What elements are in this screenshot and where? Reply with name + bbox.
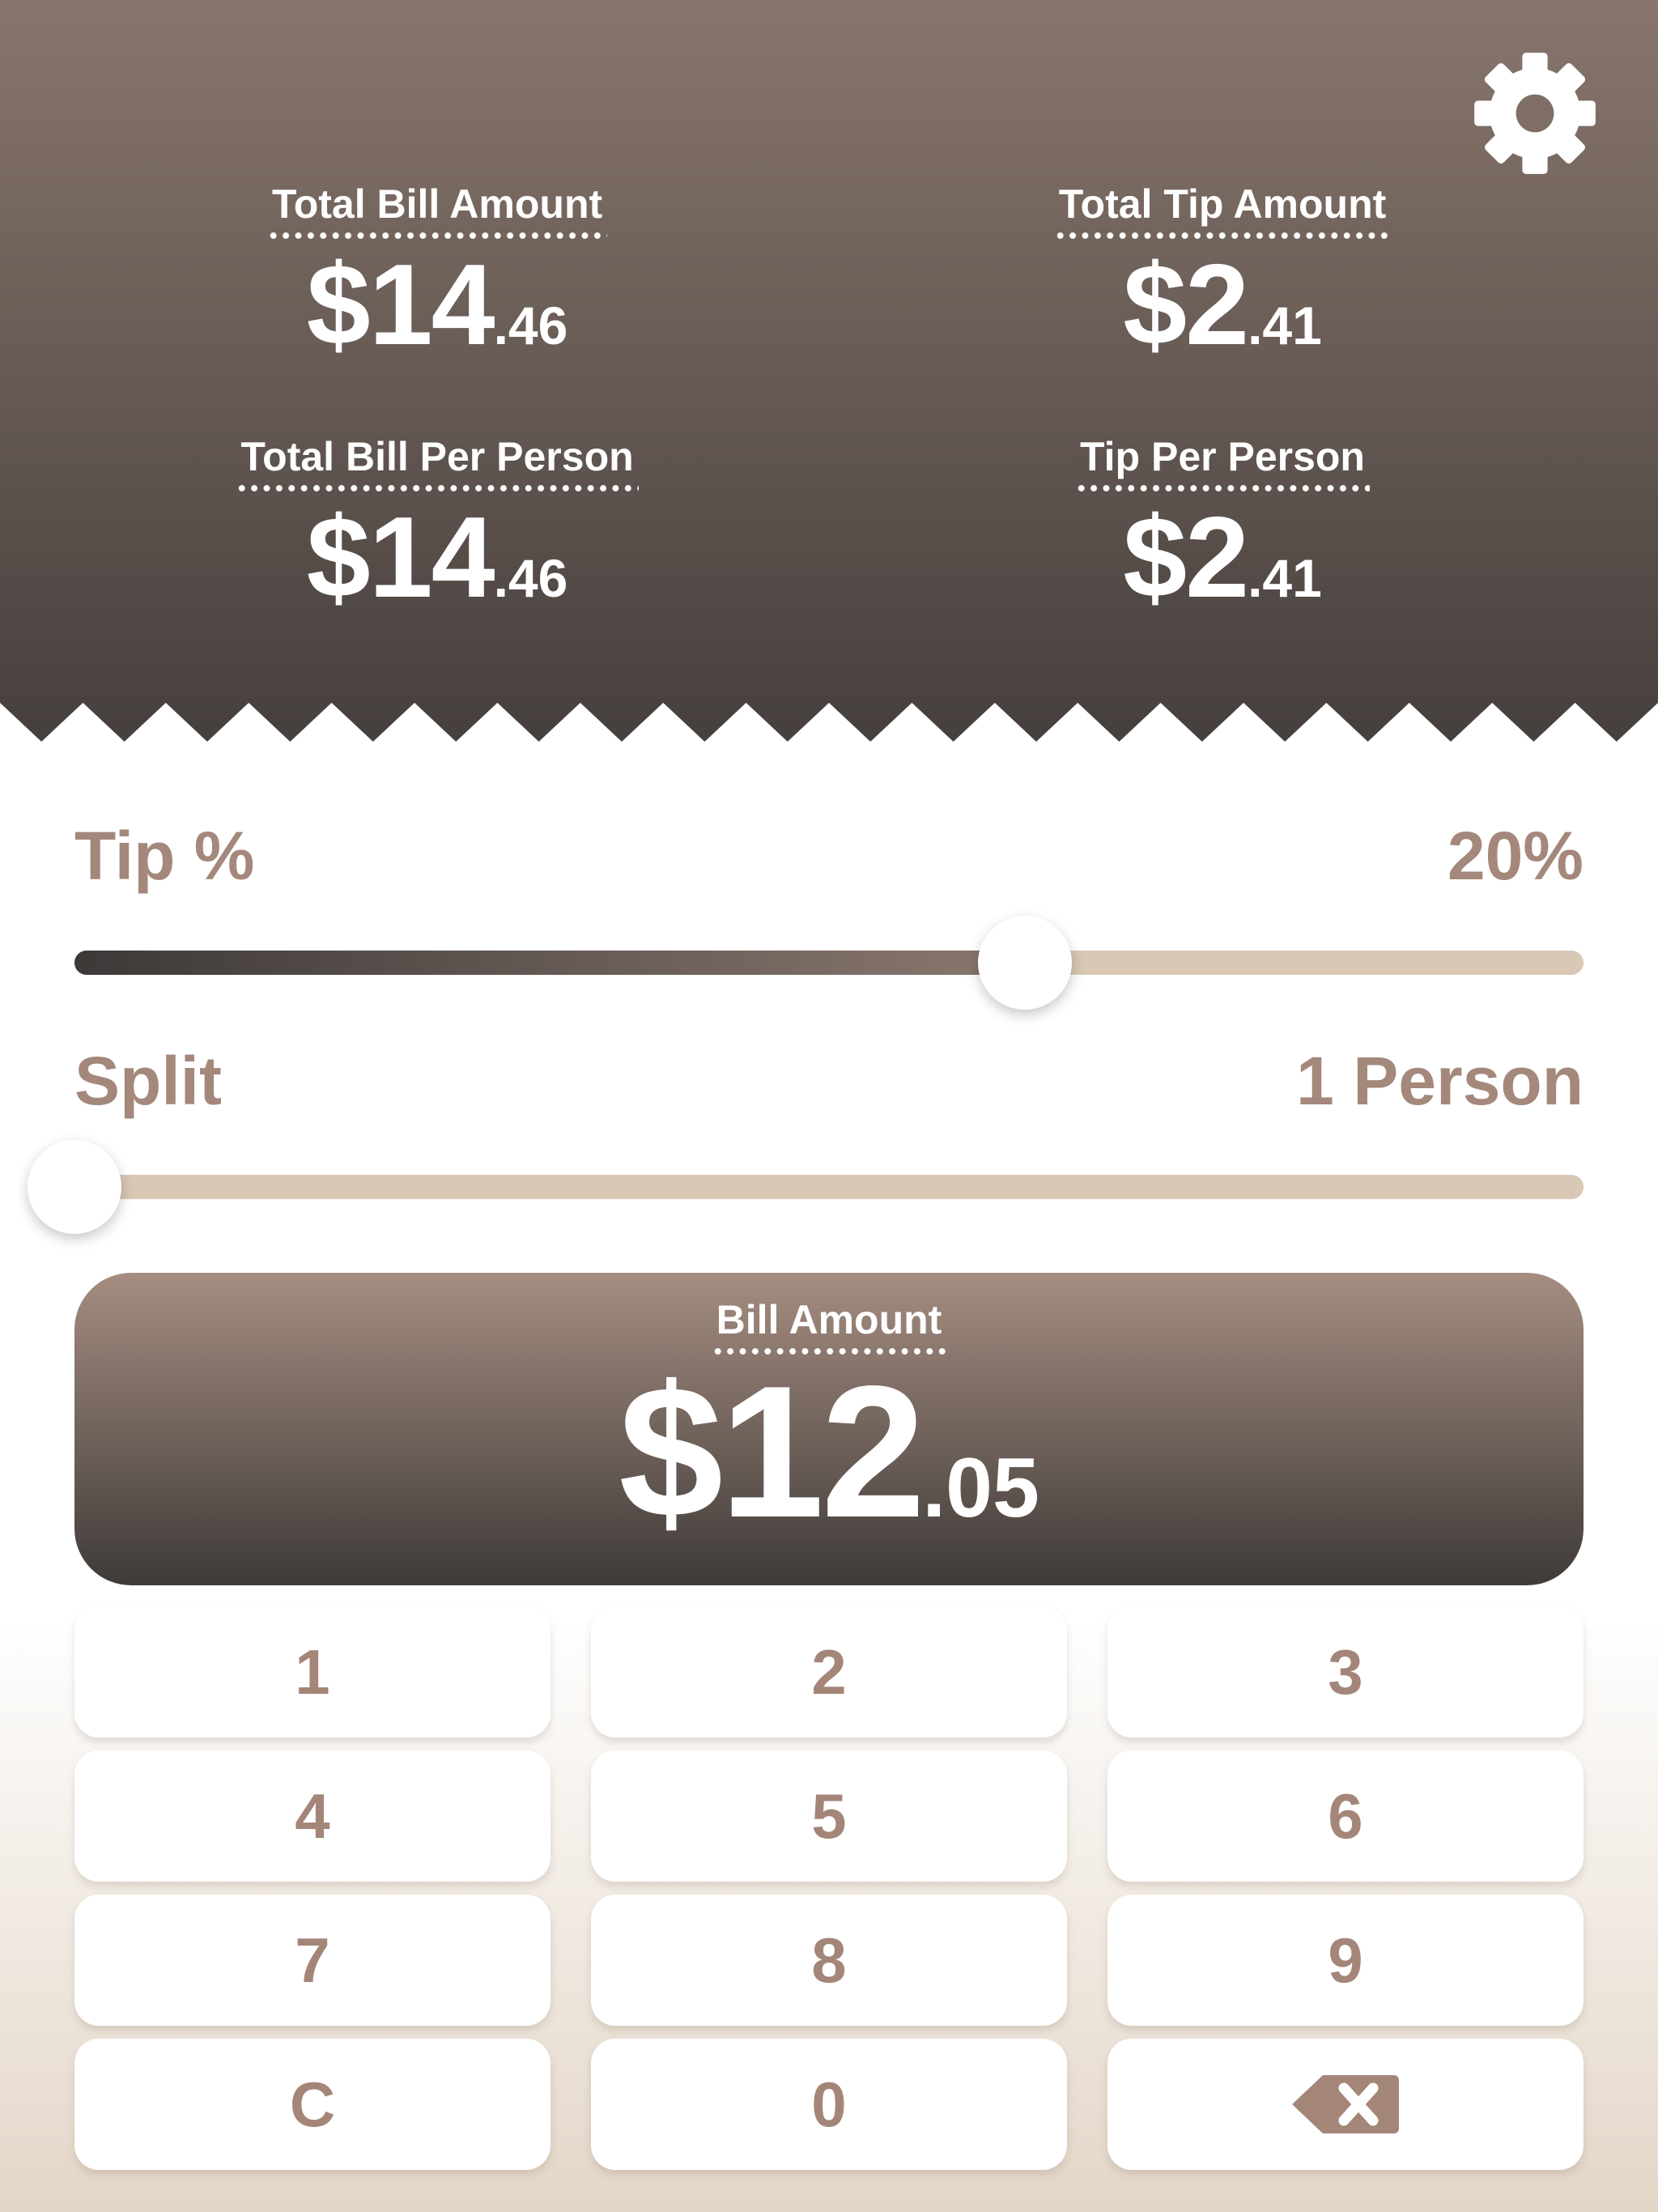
- tip-slider-track[interactable]: [74, 916, 1584, 1010]
- total-bill-stat: Total Bill Amount $14.46: [227, 180, 648, 386]
- bill-per-person-stat: Total Bill Per Person $14.46: [227, 432, 648, 639]
- split-label: Split: [74, 1043, 222, 1119]
- total-tip-dollars: $2: [1123, 240, 1249, 369]
- total-bill-dollars: $14: [306, 240, 495, 369]
- tip-per-person-label: Tip Per Person: [1075, 432, 1370, 492]
- key-clear[interactable]: C: [74, 2039, 551, 2170]
- key-7[interactable]: 7: [74, 1895, 551, 2026]
- key-4[interactable]: 4: [74, 1750, 551, 1882]
- bill-per-person-label: Total Bill Per Person: [236, 432, 639, 492]
- settings-button[interactable]: [1472, 50, 1598, 177]
- split-value: 1 Person: [1296, 1043, 1584, 1119]
- tip-label: Tip %: [74, 818, 255, 894]
- key-5[interactable]: 5: [591, 1750, 1067, 1882]
- total-tip-value: $2.41: [1012, 245, 1433, 386]
- split-slider-track[interactable]: [28, 1140, 1584, 1234]
- total-tip-cents: .41: [1248, 296, 1322, 355]
- tip-per-person-stat: Tip Per Person $2.41: [1012, 432, 1433, 639]
- total-bill-label: Total Bill Amount: [266, 180, 608, 240]
- key-3[interactable]: 3: [1107, 1606, 1584, 1738]
- total-tip-label: Total Tip Amount: [1053, 180, 1392, 240]
- results-header: Total Bill Amount $14.46 Total Tip Amoun…: [0, 0, 1658, 745]
- key-0[interactable]: 0: [591, 2039, 1067, 2170]
- receipt-zigzag-edge: [0, 703, 1658, 747]
- tip-per-person-cents: .41: [1248, 548, 1322, 608]
- total-bill-cents: .46: [493, 296, 568, 355]
- bill-amount-cents: .05: [922, 1441, 1039, 1535]
- key-backspace[interactable]: [1107, 2039, 1584, 2170]
- bill-amount-label: Bill Amount: [711, 1295, 947, 1355]
- total-tip-stat: Total Tip Amount $2.41: [1012, 180, 1433, 386]
- key-6[interactable]: 6: [1107, 1750, 1584, 1882]
- tip-per-person-dollars: $2: [1123, 493, 1249, 622]
- key-1[interactable]: 1: [74, 1606, 551, 1738]
- tip-slider-thumb[interactable]: [978, 916, 1073, 1010]
- split-slider-thumb[interactable]: [28, 1140, 121, 1234]
- bill-amount-dollars: $12: [619, 1347, 925, 1557]
- key-2[interactable]: 2: [591, 1606, 1067, 1738]
- bill-amount-display: Bill Amount $12.05: [74, 1273, 1584, 1585]
- bill-amount-value: $12.05: [74, 1359, 1584, 1577]
- bill-per-person-dollars: $14: [306, 493, 495, 622]
- tip-slider-fill: [74, 951, 1026, 975]
- key-9[interactable]: 9: [1107, 1895, 1584, 2026]
- total-bill-value: $14.46: [227, 245, 648, 386]
- bill-per-person-cents: .46: [493, 548, 568, 608]
- bill-per-person-value: $14.46: [227, 497, 648, 639]
- key-8[interactable]: 8: [591, 1895, 1067, 2026]
- backspace-icon: [1292, 2075, 1399, 2133]
- gear-icon: [1474, 53, 1596, 174]
- tip-per-person-value: $2.41: [1012, 497, 1433, 639]
- tip-value: 20%: [1447, 818, 1584, 894]
